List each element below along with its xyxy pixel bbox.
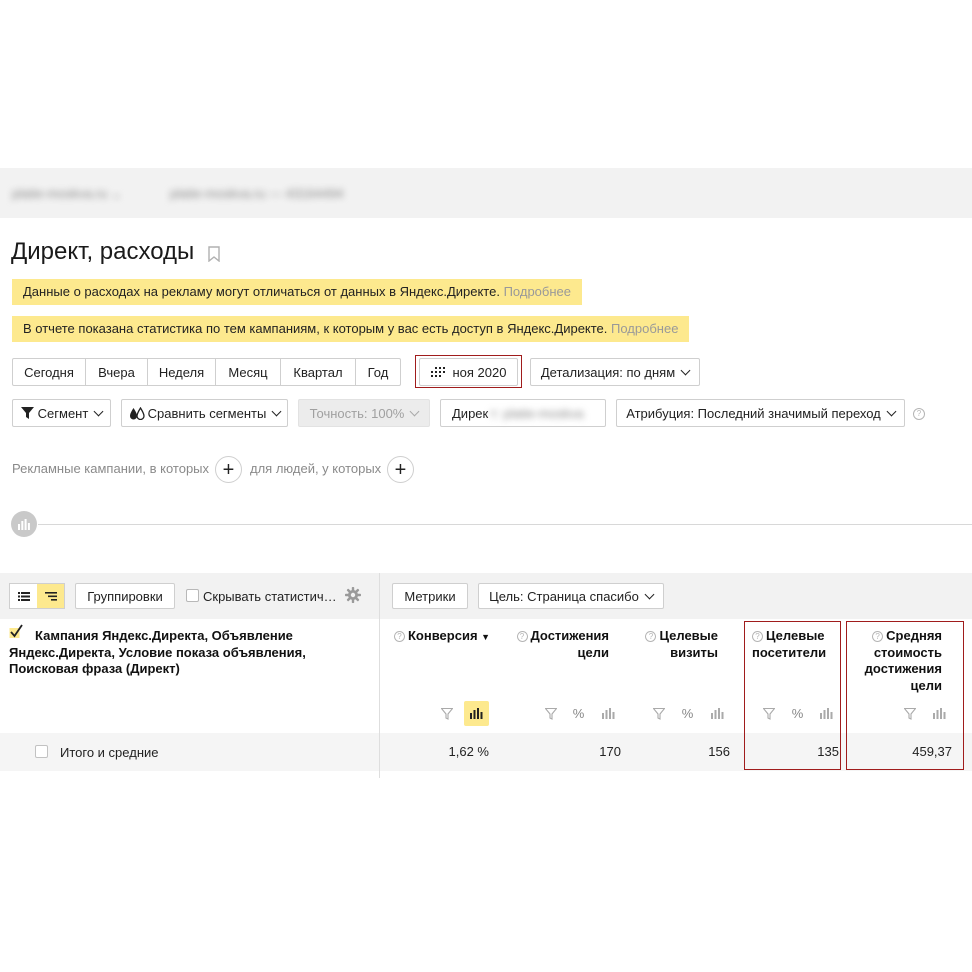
column-label: Конверсия	[408, 628, 478, 643]
period-yesterday-button[interactable]: Вчера	[85, 358, 148, 386]
totals-checkbox[interactable]	[35, 745, 48, 758]
notice-access: В отчете показана статистика по тем камп…	[12, 316, 690, 342]
chart-toggle-button[interactable]	[11, 511, 37, 537]
compare-label: Сравнить сегменты	[147, 405, 267, 421]
period-year-button[interactable]: Год	[355, 358, 401, 386]
site-selector[interactable]: platie-moskva.ru ⌄	[12, 186, 122, 202]
direct-account-dropdown[interactable]: Дирек т: platie-moskva	[440, 399, 606, 427]
period-selector: Сегодня Вчера Неделя Месяц Квартал Год	[12, 358, 401, 386]
column-filter-button[interactable]	[434, 701, 459, 726]
calendar-icon	[430, 366, 445, 377]
date-label: ноя 2020	[452, 364, 507, 380]
accuracy-dropdown[interactable]: Точность: 100%	[298, 399, 430, 427]
detail-dropdown[interactable]: Детализация: по дням	[530, 358, 700, 386]
filter-icon	[20, 407, 34, 419]
campaigns-hint: Рекламные кампании, в которых	[12, 461, 210, 476]
add-people-condition-button[interactable]: +	[387, 456, 414, 483]
column-filter-button[interactable]	[646, 701, 671, 726]
notice-text: Данные о расходах на рекламу могут отлич…	[23, 284, 504, 299]
view-mode-toggle	[9, 583, 65, 609]
chevron-down-icon	[644, 589, 655, 599]
direct-account-name: т: platie-moskva	[490, 405, 584, 421]
notice-expenses: Данные о расходах на рекламу могут отлич…	[12, 279, 582, 305]
hide-stats-checkbox[interactable]	[186, 589, 199, 602]
period-week-button[interactable]: Неделя	[147, 358, 216, 386]
chart-divider	[38, 524, 972, 525]
period-month-button[interactable]: Месяц	[215, 358, 281, 386]
segment-button[interactable]: Сегмент	[12, 399, 111, 427]
column-label: Достижения цели	[530, 628, 609, 660]
goal-label: Цель: Страница спасибо	[489, 588, 639, 604]
filter-icon	[544, 707, 557, 720]
column-chart-button[interactable]	[464, 701, 489, 726]
notice-text: В отчете показана статистика по тем камп…	[23, 321, 612, 336]
bar-chart-icon	[18, 518, 30, 530]
column-chart-button[interactable]	[705, 701, 730, 726]
attribution-dropdown[interactable]: Атрибуция: Последний значимый переход	[616, 399, 905, 427]
dimension-header[interactable]: Кампания Яндекс.Директа, Объявление Янде…	[9, 628, 374, 678]
filter-icon	[440, 707, 453, 720]
hide-stats-label: Скрывать статистич…	[203, 589, 337, 604]
period-quarter-button[interactable]: Квартал	[280, 358, 356, 386]
bar-chart-icon	[602, 708, 615, 719]
filter-icon	[652, 707, 665, 720]
help-icon[interactable]: ?	[394, 631, 405, 642]
column-separator	[379, 733, 380, 778]
total-goal-reaches: 170	[599, 744, 621, 759]
column-header-goal-visits[interactable]: ? Целевые визиты	[640, 628, 718, 661]
period-today-button[interactable]: Сегодня	[12, 358, 86, 386]
help-icon[interactable]: ?	[516, 631, 528, 642]
bar-chart-icon	[711, 708, 724, 719]
column-filter-button[interactable]	[538, 701, 563, 726]
chevron-down-icon	[886, 406, 897, 416]
detail-label: Детализация: по дням	[540, 364, 676, 380]
plus-icon: +	[394, 458, 407, 481]
column-header-goal-reaches[interactable]: ? Достижения цели	[512, 628, 609, 661]
chevron-down-icon	[409, 406, 420, 416]
avg-cost-highlight-box	[846, 621, 964, 770]
help-icon[interactable]: ?	[913, 408, 925, 420]
chevron-down-icon	[271, 406, 282, 416]
column-chart-button[interactable]	[596, 701, 621, 726]
notice-more-link[interactable]: Подробнее	[611, 321, 678, 336]
attribution-label: Атрибуция: Последний значимый переход	[626, 405, 881, 421]
groupings-button[interactable]: Группировки	[75, 583, 175, 609]
page-title: Директ, расходы	[11, 238, 195, 265]
segment-label: Сегмент	[37, 405, 89, 421]
list-icon	[17, 591, 30, 601]
help-icon[interactable]: ?	[645, 631, 657, 642]
gear-icon[interactable]	[345, 587, 361, 603]
chevron-down-icon	[680, 365, 691, 375]
metrics-button[interactable]: Метрики	[392, 583, 468, 609]
totals-label: Итого и средние	[60, 745, 159, 760]
sort-desc-icon: ▼	[481, 632, 491, 642]
chevron-down-icon	[93, 406, 104, 416]
column-label: Целевые визиты	[659, 628, 718, 660]
tree-view-button[interactable]	[37, 584, 64, 608]
total-conversion: 1,62 %	[448, 744, 489, 759]
bar-chart-icon	[470, 708, 483, 719]
goal-visitors-highlight-box	[744, 621, 841, 770]
goal-dropdown[interactable]: Цель: Страница спасибо	[478, 583, 664, 609]
list-view-button[interactable]	[10, 584, 37, 608]
direct-label: Дирек	[452, 405, 489, 421]
plus-icon: +	[222, 458, 235, 481]
compare-drops-icon	[129, 406, 145, 420]
percent-icon[interactable]: %	[675, 701, 700, 726]
accuracy-label: Точность: 100%	[309, 405, 405, 421]
tree-icon	[44, 591, 57, 601]
top-bar: platie-moskva.ru ⌄ platie-moskva.ru — 43…	[0, 168, 972, 218]
site-name: platie-moskva.ru	[12, 186, 108, 201]
people-hint: для людей, у которых	[250, 461, 382, 476]
date-picker-button[interactable]: ноя 2020	[419, 358, 518, 386]
percent-icon[interactable]: %	[566, 701, 591, 726]
total-goal-visits: 156	[708, 744, 730, 759]
counter-label: platie-moskva.ru — 43164494	[170, 186, 344, 201]
bookmark-icon[interactable]	[208, 246, 220, 262]
column-header-conversion[interactable]: ? Конверсия ▼	[394, 628, 494, 646]
notice-more-link[interactable]: Подробнее	[504, 284, 571, 299]
compare-segments-button[interactable]: Сравнить сегменты	[121, 399, 288, 427]
add-campaign-condition-button[interactable]: +	[215, 456, 242, 483]
